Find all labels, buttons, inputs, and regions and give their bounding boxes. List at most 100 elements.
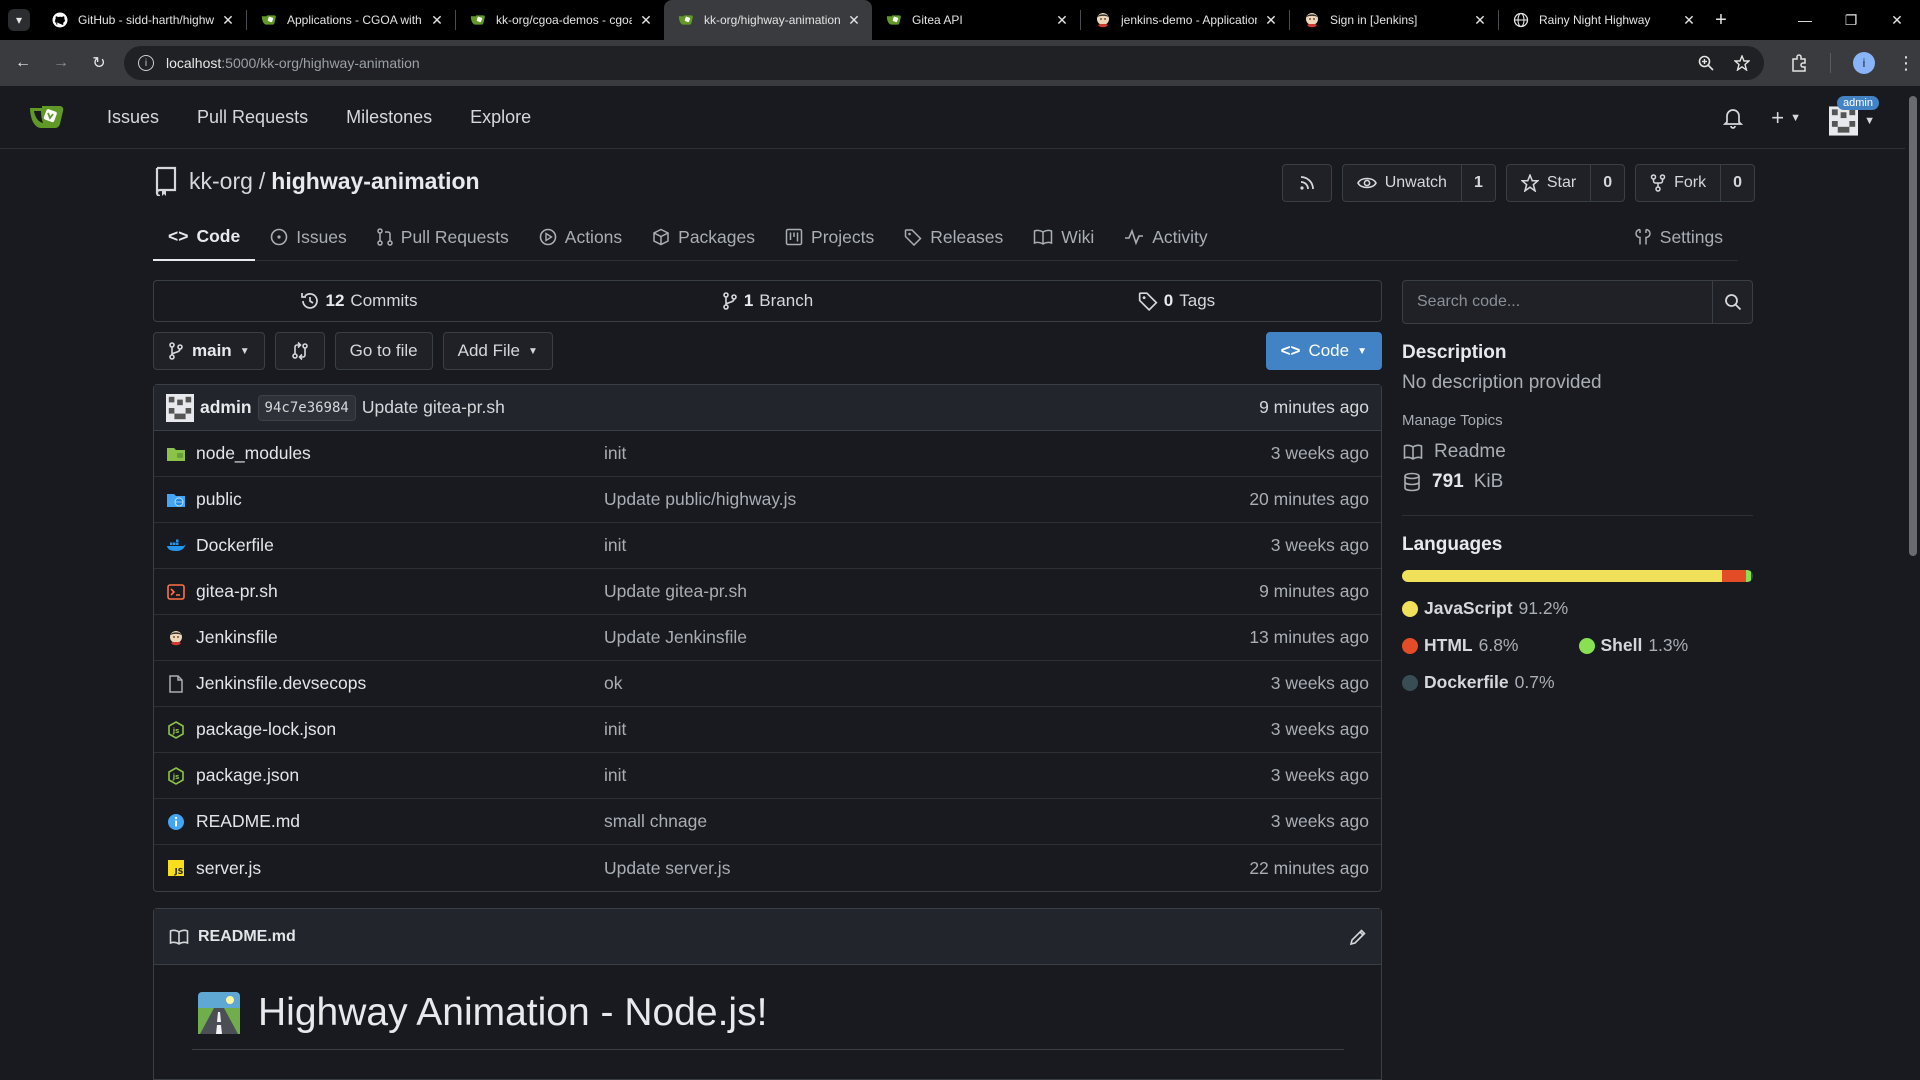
close-tab-icon[interactable]: ✕ <box>1472 12 1488 28</box>
file-name-link[interactable]: Dockerfile <box>196 535 604 556</box>
nav-pull-requests[interactable]: Pull Requests <box>197 107 308 128</box>
profile-avatar[interactable]: i <box>1853 52 1875 74</box>
browser-tab[interactable]: Sign in [Jenkins] ✕ <box>1290 0 1498 40</box>
star-button[interactable]: Star 0 <box>1505 164 1626 202</box>
language-item[interactable]: Shell 1.3% <box>1578 635 1688 656</box>
close-tab-icon[interactable]: ✕ <box>846 12 862 28</box>
address-bar[interactable]: i localhost:5000/kk-org/highway-animatio… <box>124 46 1764 80</box>
add-file-dropdown[interactable]: Add File ▼ <box>442 332 553 370</box>
clone-code-button[interactable]: <> Code ▼ <box>1265 332 1382 370</box>
file-name-link[interactable]: gitea-pr.sh <box>196 581 604 602</box>
site-info-icon[interactable]: i <box>138 55 154 71</box>
watch-count[interactable]: 1 <box>1460 165 1495 201</box>
edit-pencil-icon[interactable] <box>1349 928 1367 946</box>
file-commit-message[interactable]: Update gitea-pr.sh <box>604 581 747 602</box>
commit-message[interactable]: Update gitea-pr.sh <box>362 397 505 418</box>
file-commit-message[interactable]: Update Jenkinsfile <box>604 627 747 648</box>
tags-link[interactable]: 0 Tags <box>972 291 1381 311</box>
language-item[interactable]: JavaScript 91.2% <box>1402 598 1568 619</box>
manage-topics-link[interactable]: Manage Topics <box>1402 412 1753 429</box>
language-item[interactable]: Dockerfile 0.7% <box>1402 672 1555 693</box>
tab-projects[interactable]: Projects <box>770 213 889 261</box>
branches-link[interactable]: 1 Branch <box>563 291 972 311</box>
scrollbar-thumb[interactable] <box>1909 96 1917 556</box>
reload-icon[interactable]: ↻ <box>84 48 114 78</box>
file-commit-message[interactable]: init <box>604 443 626 464</box>
file-commit-message[interactable]: init <box>604 719 626 740</box>
file-name-link[interactable]: Jenkinsfile <box>196 627 604 648</box>
repo-owner-link[interactable]: kk-org <box>189 168 253 195</box>
notifications-bell-icon[interactable] <box>1723 107 1744 129</box>
bookmark-star-icon[interactable] <box>1734 55 1750 71</box>
new-tab-button[interactable]: + <box>1707 0 1735 40</box>
tab-code[interactable]: <> Code <box>153 213 256 261</box>
commits-link[interactable]: 12 Commits <box>154 291 563 311</box>
close-tab-icon[interactable]: ✕ <box>638 12 654 28</box>
zoom-icon[interactable] <box>1698 55 1714 71</box>
file-name-link[interactable]: README.md <box>196 811 604 832</box>
user-menu[interactable]: admin ▼ <box>1829 95 1879 138</box>
tab-search-button[interactable]: ▾ <box>8 9 30 31</box>
code-search-button[interactable] <box>1712 281 1752 323</box>
browser-tab[interactable]: jenkins-demo - Application ✕ <box>1081 0 1289 40</box>
back-icon[interactable]: ← <box>8 48 38 78</box>
extensions-icon[interactable] <box>1790 54 1808 72</box>
nav-milestones[interactable]: Milestones <box>346 107 432 128</box>
file-commit-message[interactable]: Update server.js <box>604 858 730 879</box>
file-name-link[interactable]: package.json <box>196 765 604 786</box>
nav-issues[interactable]: Issues <box>107 107 159 128</box>
forward-icon[interactable]: → <box>46 48 76 78</box>
nav-explore[interactable]: Explore <box>470 107 531 128</box>
file-commit-message[interactable]: ok <box>604 673 622 694</box>
code-search-input[interactable] <box>1403 281 1712 323</box>
close-window-icon[interactable]: ✕ <box>1874 0 1920 40</box>
browser-menu-icon[interactable]: ⋮ <box>1897 53 1915 74</box>
branch-selector[interactable]: main ▼ <box>153 332 265 370</box>
file-commit-message[interactable]: small chnage <box>604 811 707 832</box>
close-tab-icon[interactable]: ✕ <box>220 12 236 28</box>
file-commit-message[interactable]: init <box>604 535 626 556</box>
commit-sha[interactable]: 94c7e36984 <box>257 394 356 421</box>
maximize-icon[interactable]: ❐ <box>1828 0 1874 40</box>
tab-actions[interactable]: Actions <box>524 213 637 261</box>
minimize-icon[interactable]: — <box>1782 0 1828 40</box>
file-name-link[interactable]: server.js <box>196 858 604 879</box>
fork-button[interactable]: Fork 0 <box>1635 164 1755 202</box>
browser-tab[interactable]: Gitea API ✕ <box>872 0 1080 40</box>
language-item[interactable]: HTML 6.8% <box>1402 635 1519 656</box>
file-name-link[interactable]: Jenkinsfile.devsecops <box>196 673 604 694</box>
tab-releases[interactable]: Releases <box>889 213 1018 261</box>
file-commit-message[interactable]: init <box>604 765 626 786</box>
browser-tab[interactable]: Rainy Night Highway ✕ <box>1499 0 1707 40</box>
compare-button[interactable] <box>274 332 325 370</box>
rss-button[interactable] <box>1281 164 1332 202</box>
commit-author[interactable]: admin <box>200 397 252 418</box>
browser-tab[interactable]: GitHub - sidd-harth/highway ✕ <box>38 0 246 40</box>
file-name-link[interactable]: package-lock.json <box>196 719 604 740</box>
unwatch-button[interactable]: Unwatch 1 <box>1341 164 1496 202</box>
file-name-link[interactable]: public <box>196 489 604 510</box>
gitea-logo-icon[interactable] <box>27 97 67 137</box>
browser-tab[interactable]: kk-org/cgoa-demos - cgoa ✕ <box>456 0 664 40</box>
create-new-dropdown[interactable]: + ▼ <box>1771 105 1801 131</box>
tab-issues[interactable]: Issues <box>255 213 362 261</box>
author-avatar[interactable] <box>166 393 194 422</box>
close-tab-icon[interactable]: ✕ <box>1054 12 1070 28</box>
close-tab-icon[interactable]: ✕ <box>429 12 445 28</box>
fork-count[interactable]: 0 <box>1720 165 1754 201</box>
tab-wiki[interactable]: Wiki <box>1018 213 1109 261</box>
repo-name-link[interactable]: highway-animation <box>271 168 479 195</box>
tab-packages[interactable]: Packages <box>637 213 770 261</box>
star-count[interactable]: 0 <box>1590 165 1624 201</box>
browser-tab[interactable]: kk-org/highway-animation ✕ <box>664 0 872 40</box>
tab-settings[interactable]: Settings <box>1619 213 1738 261</box>
readme-filename[interactable]: README.md <box>198 928 296 946</box>
tab-activity[interactable]: Activity <box>1109 213 1222 261</box>
close-tab-icon[interactable]: ✕ <box>1681 12 1697 28</box>
close-tab-icon[interactable]: ✕ <box>1263 12 1279 28</box>
page-scrollbar[interactable] <box>1905 86 1920 1080</box>
readme-link[interactable]: Readme <box>1402 441 1753 463</box>
tab-pull-requests[interactable]: Pull Requests <box>362 213 524 261</box>
browser-tab[interactable]: Applications - CGOA with ✕ <box>247 0 455 40</box>
go-to-file-button[interactable]: Go to file <box>334 332 433 370</box>
